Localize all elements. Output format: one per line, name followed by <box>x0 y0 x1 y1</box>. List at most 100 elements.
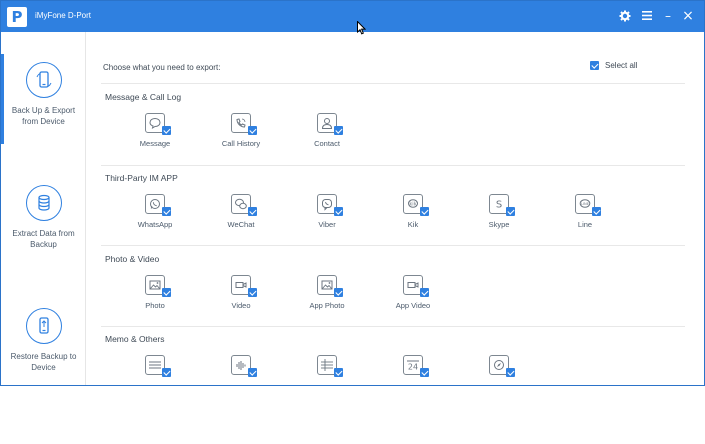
sidebar-item-restore[interactable]: Restore Backup to Device <box>1 308 86 373</box>
item-label: WeChat <box>227 220 255 229</box>
svg-text:24: 24 <box>408 363 418 372</box>
item-calendar[interactable]: 24 <box>383 355 443 377</box>
sidebar-item-backup-export[interactable]: Back Up & Export from Device <box>1 54 86 144</box>
divider <box>101 326 685 327</box>
item-whatsapp[interactable]: WhatsApp <box>125 194 185 229</box>
photo-icon <box>145 275 171 297</box>
item-checkbox[interactable] <box>162 368 171 377</box>
item-label: WhatsApp <box>137 220 173 229</box>
item-wechat[interactable]: WeChat <box>211 194 271 229</box>
divider <box>101 245 685 246</box>
item-contact[interactable]: Contact <box>297 113 357 148</box>
app-video-icon <box>403 275 429 297</box>
divider <box>101 165 685 166</box>
item-table[interactable] <box>297 355 357 377</box>
item-checkbox[interactable] <box>162 126 171 135</box>
gear-icon[interactable] <box>617 8 633 24</box>
item-checkbox[interactable] <box>506 207 515 216</box>
item-line[interactable]: LINE Line <box>555 194 615 229</box>
item-video[interactable]: Video <box>211 275 271 310</box>
contact-icon <box>317 113 343 135</box>
phone-restore-icon <box>25 308 62 344</box>
table-icon <box>317 355 343 377</box>
sidebar-item-label: Restore Backup to Device <box>10 352 77 372</box>
message-icon <box>145 113 171 135</box>
section-title-im: Third-Party IM APP <box>105 173 178 183</box>
sidebar-item-label: Back Up & Export from Device <box>11 106 76 126</box>
item-label: App Video <box>395 301 431 310</box>
item-checkbox[interactable] <box>248 207 257 216</box>
item-label: Line <box>577 220 593 229</box>
item-voice-memo[interactable] <box>211 355 271 377</box>
item-checkbox[interactable] <box>248 288 257 297</box>
item-checkbox[interactable] <box>248 126 257 135</box>
mouse-cursor-icon <box>357 20 367 40</box>
skype-icon: S <box>489 194 515 216</box>
minimize-button[interactable]: – <box>660 8 676 24</box>
database-icon <box>25 185 62 221</box>
video-icon <box>231 275 257 297</box>
phone-sync-icon <box>25 62 62 98</box>
item-checkbox[interactable] <box>420 368 429 377</box>
item-viber[interactable]: Viber <box>297 194 357 229</box>
item-app-photo[interactable]: App Photo <box>297 275 357 310</box>
app-window: P iMyFone D-Port – × Back Up & Export fr… <box>0 0 705 386</box>
item-label: Viber <box>318 220 336 229</box>
whatsapp-icon <box>145 194 171 216</box>
item-skype[interactable]: S Skype <box>469 194 529 229</box>
section-title-photo-video: Photo & Video <box>105 254 160 264</box>
select-all-label: Select all <box>605 61 638 70</box>
section-title-message: Message & Call Log <box>105 92 182 102</box>
item-kik[interactable]: kik Kik <box>383 194 443 229</box>
svg-text:kik: kik <box>409 202 416 208</box>
item-label: App Photo <box>309 301 345 310</box>
item-checkbox[interactable] <box>420 288 429 297</box>
sidebar-item-label: Extract Data from Backup <box>12 229 75 249</box>
item-label: Message <box>139 139 171 148</box>
item-label: Video <box>231 301 251 310</box>
item-checkbox[interactable] <box>334 207 343 216</box>
item-label: Skype <box>488 220 510 229</box>
app-title: iMyFone D-Port <box>35 11 92 20</box>
item-checkbox[interactable] <box>334 288 343 297</box>
item-call-history[interactable]: Call History <box>211 113 271 148</box>
item-checkbox[interactable] <box>162 288 171 297</box>
item-checkbox[interactable] <box>506 368 515 377</box>
item-checkbox[interactable] <box>592 207 601 216</box>
item-label: Kik <box>407 220 419 229</box>
call-history-icon <box>231 113 257 135</box>
divider <box>101 83 685 84</box>
svg-text:S: S <box>496 200 502 211</box>
svg-text:LINE: LINE <box>581 202 590 206</box>
item-checkbox[interactable] <box>248 368 257 377</box>
close-button[interactable]: × <box>680 8 696 24</box>
item-label: Call History <box>221 139 261 148</box>
item-safari[interactable] <box>469 355 529 377</box>
sidebar: Back Up & Export from Device Extract Dat… <box>1 32 86 385</box>
item-photo[interactable]: Photo <box>125 275 185 310</box>
select-all-toggle[interactable]: Select all <box>590 61 638 71</box>
safari-icon <box>489 355 515 377</box>
item-label: Contact <box>314 139 340 148</box>
item-checkbox[interactable] <box>162 207 171 216</box>
item-message[interactable]: Message <box>125 113 185 148</box>
item-checkbox[interactable] <box>334 126 343 135</box>
title-bar: P iMyFone D-Port – × <box>1 1 704 32</box>
notes-icon <box>145 355 171 377</box>
calendar-icon: 24 <box>403 355 429 377</box>
select-all-checkbox[interactable] <box>590 61 599 71</box>
item-label: Photo <box>145 301 165 310</box>
wechat-icon <box>231 194 257 216</box>
export-prompt: Choose what you need to export: <box>103 63 221 72</box>
menu-icon[interactable] <box>639 8 655 24</box>
item-checkbox[interactable] <box>334 368 343 377</box>
main-panel: Choose what you need to export: Select a… <box>87 32 704 385</box>
section-title-memo: Memo & Others <box>105 334 165 344</box>
app-logo: P <box>7 7 27 27</box>
kik-icon: kik <box>403 194 429 216</box>
viber-icon <box>317 194 343 216</box>
item-notes[interactable] <box>125 355 185 377</box>
sidebar-item-extract[interactable]: Extract Data from Backup <box>1 185 86 250</box>
item-checkbox[interactable] <box>420 207 429 216</box>
item-app-video[interactable]: App Video <box>383 275 443 310</box>
